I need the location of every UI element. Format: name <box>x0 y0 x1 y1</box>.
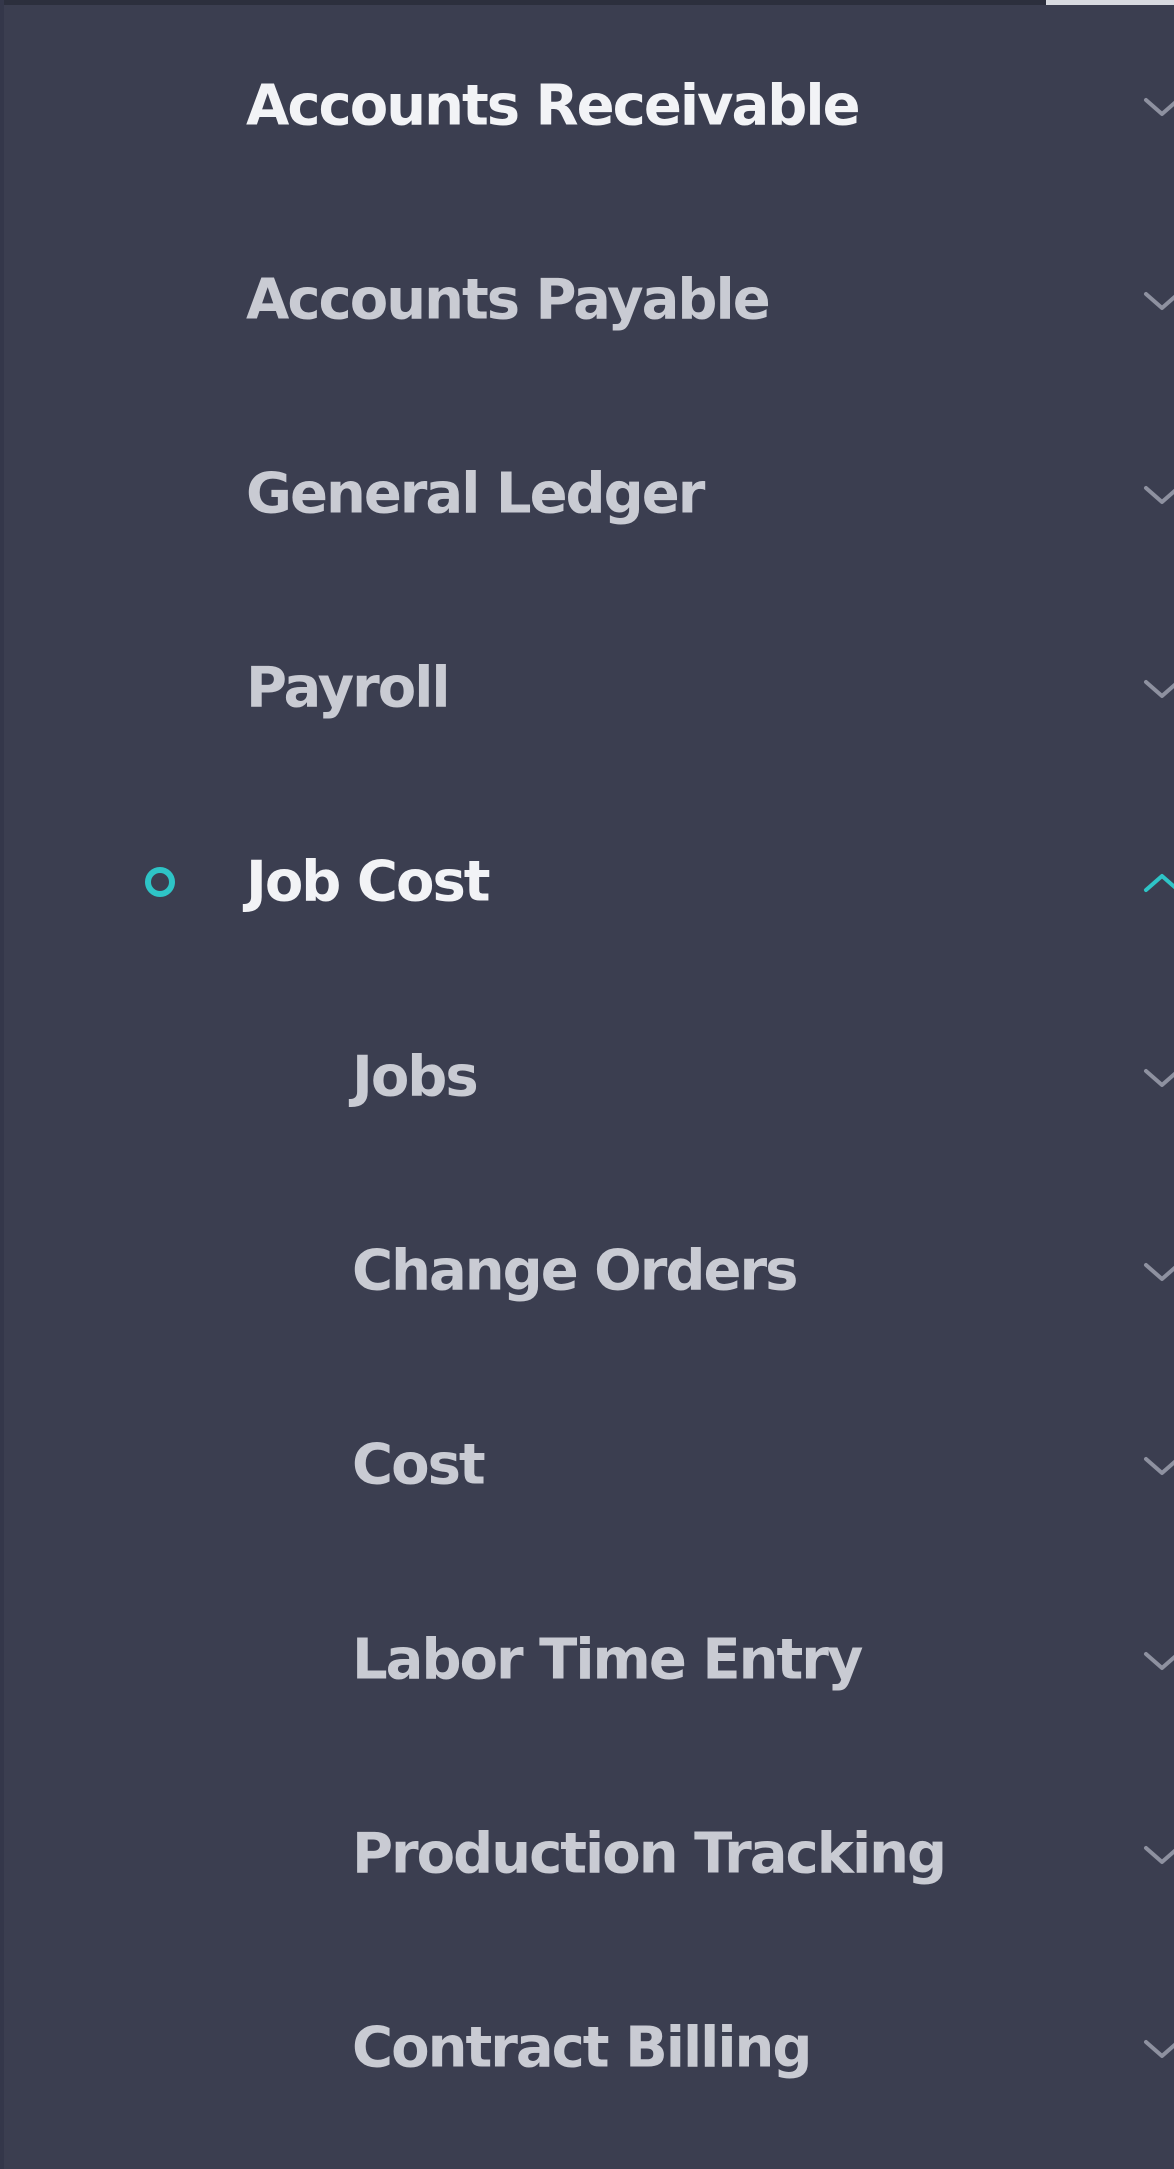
chevron-down-icon[interactable] <box>1142 1834 1174 1874</box>
circle-bullet-icon <box>145 867 175 897</box>
submenu-item-label: Contract Billing <box>352 2015 812 2081</box>
chevron-up-icon[interactable] <box>1142 862 1174 902</box>
submenu-item-label: Change Orders <box>352 1238 798 1304</box>
chevron-down-icon[interactable] <box>1142 280 1174 320</box>
chevron-down-icon[interactable] <box>1142 1057 1174 1097</box>
menu-item-label: Accounts Payable <box>246 267 771 333</box>
submenu-item-contract-billing[interactable]: Contract Billing <box>0 1988 1174 2108</box>
chevron-down-icon[interactable] <box>1142 2028 1174 2068</box>
submenu-item-label: Cost <box>352 1432 486 1498</box>
menu-item-payroll[interactable]: Payroll <box>0 628 1174 748</box>
submenu-item-label: Jobs <box>352 1044 479 1110</box>
submenu-item-cost[interactable]: Cost <box>0 1405 1174 1525</box>
submenu-item-label: Production Tracking <box>352 1821 947 1887</box>
chevron-down-icon[interactable] <box>1142 1445 1174 1485</box>
top-border <box>0 0 1046 5</box>
menu-item-label: General Ledger <box>246 461 705 527</box>
chevron-down-icon[interactable] <box>1142 668 1174 708</box>
chevron-down-icon[interactable] <box>1142 1251 1174 1291</box>
menu-item-label: Payroll <box>246 655 451 721</box>
menu-item-job-cost[interactable]: Job Cost <box>0 822 1174 942</box>
chevron-down-icon[interactable] <box>1142 1640 1174 1680</box>
menu-item-accounts-payable[interactable]: Accounts Payable <box>0 240 1174 360</box>
menu-item-accounts-receivable[interactable]: Accounts Receivable <box>0 46 1174 166</box>
submenu-item-label: Labor Time Entry <box>352 1627 863 1693</box>
menu-item-general-ledger[interactable]: General Ledger <box>0 434 1174 554</box>
submenu-item-change-orders[interactable]: Change Orders <box>0 1211 1174 1331</box>
submenu-item-production-tracking[interactable]: Production Tracking <box>0 1794 1174 1914</box>
chevron-down-icon[interactable] <box>1142 474 1174 514</box>
submenu-item-jobs[interactable]: Jobs <box>0 1017 1174 1137</box>
menu-item-label: Job Cost <box>246 849 491 915</box>
menu-item-label: Accounts Receivable <box>246 73 861 139</box>
submenu-item-labor-time-entry[interactable]: Labor Time Entry <box>0 1600 1174 1720</box>
top-border-right <box>1046 0 1174 5</box>
sidebar-nav: Accounts Receivable Accounts Payable Gen… <box>0 0 1174 2169</box>
chevron-down-icon[interactable] <box>1142 86 1174 126</box>
